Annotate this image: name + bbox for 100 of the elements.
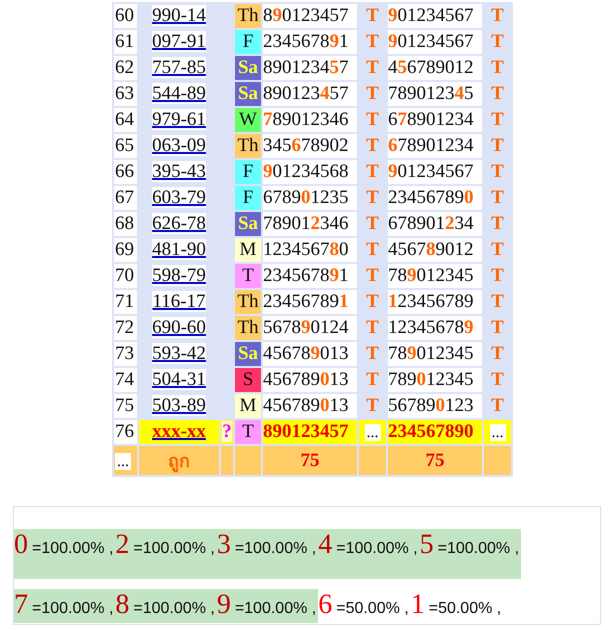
result-mark: T: [366, 109, 379, 130]
row-number: 64: [114, 108, 137, 132]
number-set: 789012345: [388, 82, 482, 106]
total-label: ถูก: [139, 446, 219, 475]
result-link[interactable]: 593-42: [152, 343, 206, 364]
number-set: 678901234: [388, 134, 482, 158]
result-mark: T: [366, 239, 379, 260]
result-mark: T: [366, 83, 379, 104]
result-link[interactable]: 544-89: [152, 83, 206, 104]
result-link[interactable]: 504-31: [152, 369, 206, 390]
day-label: Th: [235, 4, 261, 28]
number-set: 678901234: [388, 108, 482, 132]
result-mark: T: [366, 395, 379, 416]
number-set: 567890123: [388, 394, 482, 418]
day-label: M: [235, 394, 261, 418]
day-label: Sa: [235, 82, 261, 106]
number-set: 890123457: [263, 82, 357, 106]
result-mark: T: [366, 265, 379, 286]
row-number: 75: [114, 394, 137, 418]
result-mark: T: [366, 317, 379, 338]
digit-stat: 3=100.00% ,: [216, 529, 318, 579]
number-set: 567890124: [263, 316, 357, 340]
digit-stat: 1=50.00% ,: [410, 589, 502, 622]
number-set: 901234567: [388, 160, 482, 184]
result-mark: T: [491, 31, 504, 52]
row-number: 66: [114, 160, 137, 184]
row-number: 63: [114, 82, 137, 106]
result-mark: T: [366, 31, 379, 52]
number-set: 123456789: [388, 316, 482, 340]
result-mark: T: [366, 291, 379, 312]
row-number: 70: [114, 264, 137, 288]
day-label: F: [235, 160, 261, 184]
result-link[interactable]: 097-91: [152, 31, 206, 52]
digit-stat: 4=100.00% ,: [318, 529, 420, 579]
number-set: 789012345: [388, 342, 482, 366]
result-link[interactable]: 063-09: [152, 135, 206, 156]
day-label: Sa: [235, 56, 261, 80]
pending-mark: ...: [364, 424, 380, 441]
number-set: 789012345: [388, 368, 482, 392]
row-number: 68: [114, 212, 137, 236]
day-label: Th: [235, 316, 261, 340]
day-label: F: [235, 186, 261, 210]
result-link[interactable]: 757-85: [152, 57, 206, 78]
row-number: 72: [114, 316, 137, 340]
result-mark: T: [366, 213, 379, 234]
digit-stat: 6=50.00% ,: [318, 589, 410, 622]
result-mark: T: [491, 239, 504, 260]
digit-stat: 7=100.00% ,: [14, 589, 116, 623]
number-set: 901234567: [388, 30, 482, 54]
number-set: 234567890: [388, 186, 482, 210]
digit-stat: 9=100.00% ,: [216, 589, 318, 623]
result-mark: T: [491, 317, 504, 338]
row-number: 76: [114, 420, 137, 444]
digit-stat: 5=100.00% ,: [420, 529, 522, 579]
result-link[interactable]: 626-78: [152, 213, 206, 234]
result-mark: T: [366, 161, 379, 182]
result-link[interactable]: 979-61: [152, 109, 206, 130]
result-mark: T: [366, 187, 379, 208]
result-mark: T: [366, 343, 379, 364]
digit-stat: 0=100.00% ,: [14, 529, 116, 579]
result-link[interactable]: 990-14: [152, 5, 206, 26]
result-link[interactable]: 395-43: [152, 161, 206, 182]
result-mark: T: [491, 57, 504, 78]
number-set: 456789012: [388, 56, 482, 80]
day-label: T: [235, 420, 261, 444]
result-mark: T: [491, 161, 504, 182]
result-mark: T: [366, 57, 379, 78]
result-mark: T: [366, 369, 379, 390]
number-set: 234567891: [263, 30, 357, 54]
row-number: 71: [114, 290, 137, 314]
number-set: 456789012: [388, 238, 482, 262]
result-link[interactable]: 116-17: [152, 291, 206, 312]
result-link[interactable]: 481-90: [152, 239, 206, 260]
number-set: 234567890: [388, 420, 482, 444]
row-number: 60: [114, 4, 137, 28]
number-set: 234567891: [263, 290, 357, 314]
result-link[interactable]: 503-89: [152, 395, 206, 416]
number-set: 123456780: [263, 238, 357, 262]
result-mark: T: [491, 369, 504, 390]
result-link[interactable]: 690-60: [152, 317, 206, 338]
day-label: Th: [235, 290, 261, 314]
result-mark: T: [491, 265, 504, 286]
number-set: 901234568: [263, 160, 357, 184]
day-label: M: [235, 238, 261, 262]
day-label: Sa: [235, 342, 261, 366]
number-set: 890123457: [263, 420, 357, 444]
number-set: 456789013: [263, 342, 357, 366]
result-mark: T: [366, 135, 379, 156]
day-label: Th: [235, 134, 261, 158]
result-link[interactable]: 598-79: [152, 265, 206, 286]
result-link[interactable]: 603-79: [152, 187, 206, 208]
flag-mark: ?: [222, 421, 232, 442]
number-set: 345678902: [263, 134, 357, 158]
number-set: 901234567: [388, 4, 482, 28]
number-set: 123456789: [388, 290, 482, 314]
day-label: F: [235, 30, 261, 54]
result-mark: T: [491, 291, 504, 312]
number-set: 234567891: [263, 264, 357, 288]
day-label: T: [235, 264, 261, 288]
digit-stat: 8=100.00% ,: [115, 589, 217, 623]
